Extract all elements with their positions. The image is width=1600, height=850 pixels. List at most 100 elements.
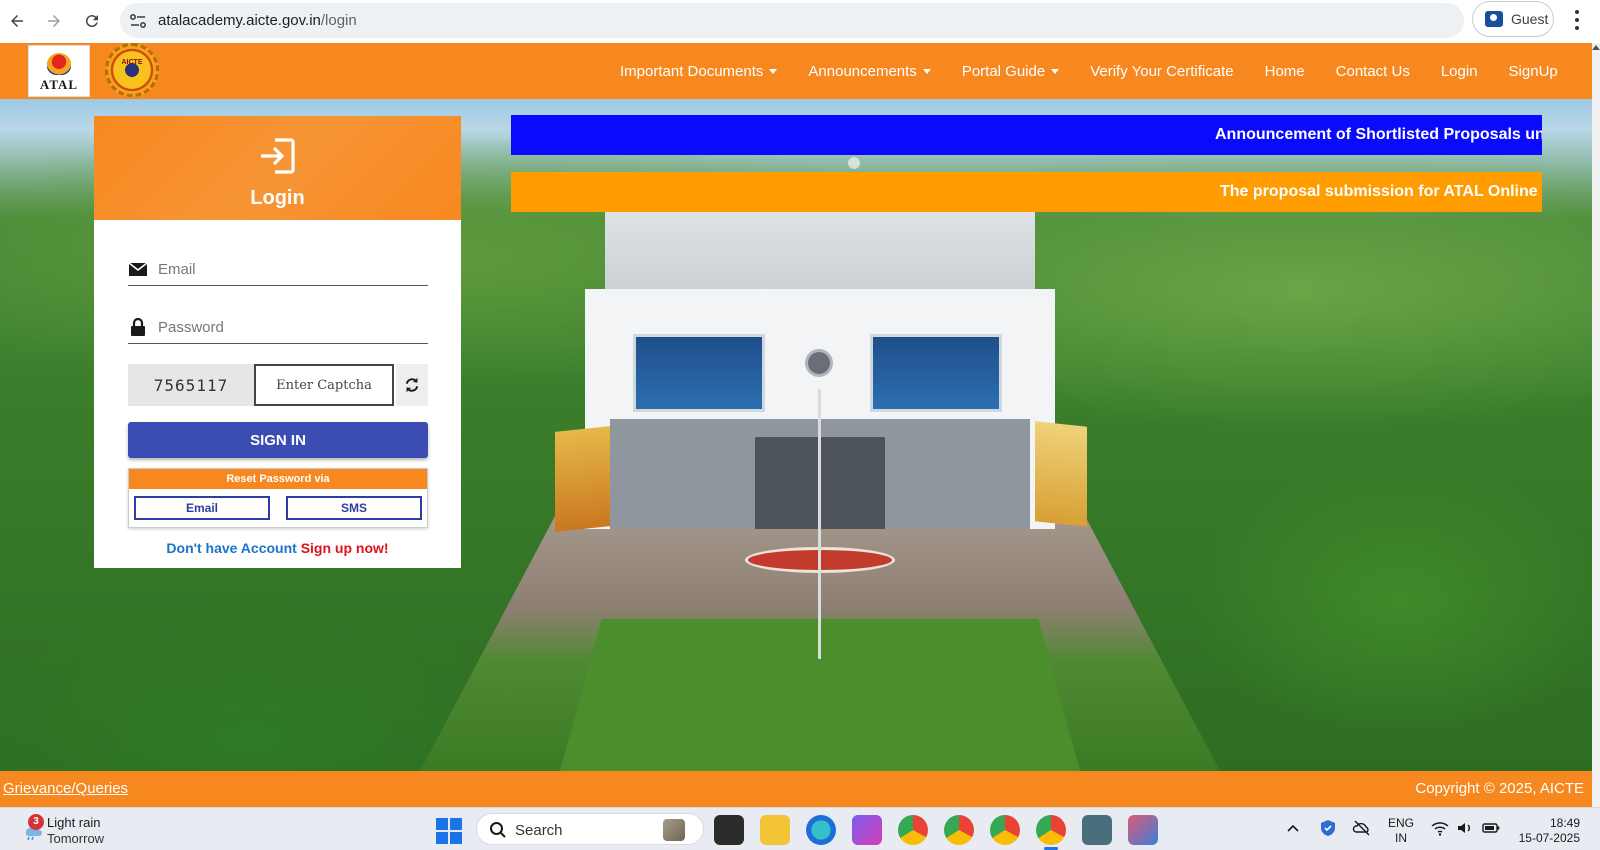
nav-label: Login	[1440, 62, 1478, 80]
system-clock[interactable]: 18:49 15-07-2025	[1512, 816, 1580, 846]
password-field	[128, 312, 428, 344]
login-icon	[257, 136, 297, 176]
nav-home[interactable]: Home	[1265, 63, 1305, 80]
email-field	[128, 254, 428, 286]
language-code: ENG	[1388, 816, 1415, 830]
url-domain: atalacademy.aicte.gov.in	[158, 12, 321, 29]
profile-label: Guest	[1511, 11, 1549, 27]
taskbar-search[interactable]: Search	[476, 813, 704, 845]
clock-time: 18:49	[1549, 816, 1580, 830]
chevron-down-icon	[1051, 68, 1060, 74]
weather-widget[interactable]: 3 Light rain Tomorrow	[18, 814, 128, 846]
reset-password-heading: Reset Password via	[129, 469, 427, 489]
ticker-text: The proposal submission for ATAL Online …	[1220, 183, 1542, 200]
browser-toolbar: atalacademy.aicte.gov.in/login Guest	[0, 0, 1600, 42]
nav-important-documents[interactable]: Important Documents	[620, 63, 778, 80]
atal-flame-icon	[47, 53, 71, 75]
nav-label: Contact Us	[1335, 62, 1410, 80]
back-arrow-icon[interactable]	[5, 9, 29, 33]
signup-question: Don't have Account	[166, 540, 297, 556]
chrome-profile-2-icon[interactable]	[944, 815, 974, 845]
captcha-input[interactable]	[254, 364, 394, 406]
signup-prompt: Don't have Account Sign up now!	[94, 540, 461, 556]
clock-date: 15-07-2025	[1518, 831, 1580, 845]
site-header: ATAL AICTE Important Documents Announcem…	[0, 43, 1592, 99]
copyright-text: Copyright © 2025, AICTE	[1415, 780, 1584, 797]
edge-icon[interactable]	[806, 815, 836, 845]
nav-contact-us[interactable]: Contact Us	[1336, 63, 1410, 80]
nav-login[interactable]: Login	[1441, 63, 1478, 80]
address-bar[interactable]: atalacademy.aicte.gov.in/login	[120, 3, 1464, 38]
cloud-sync-icon[interactable]	[1352, 818, 1372, 838]
app-window-icon[interactable]	[1082, 815, 1112, 845]
sign-in-button[interactable]: SIGN IN	[128, 422, 428, 458]
signup-link[interactable]: Sign up now!	[301, 540, 389, 556]
snipping-tool-icon[interactable]	[1128, 815, 1158, 845]
reset-via-sms-button[interactable]: SMS	[286, 496, 422, 520]
nav-label: Portal Guide	[961, 62, 1046, 80]
announcement-ticker-1[interactable]: Announcement of Shortlisted Proposals un…	[511, 115, 1542, 155]
building-glass-left	[633, 334, 765, 412]
wifi-icon[interactable]	[1430, 818, 1450, 838]
battery-icon[interactable]	[1481, 818, 1501, 838]
security-shield-icon[interactable]	[1318, 818, 1338, 838]
taskbar: 3 Light rain Tomorrow Search ENG IN 18:4…	[0, 807, 1600, 850]
task-view-icon[interactable]	[714, 815, 744, 845]
chevron-down-icon	[769, 68, 778, 74]
grievance-link[interactable]: Grievance/Queries	[3, 780, 128, 797]
page-scrollbar[interactable]	[1592, 43, 1600, 807]
search-label: Search	[515, 822, 563, 839]
region-code: IN	[1395, 831, 1407, 845]
chevron-up-icon[interactable]	[1283, 818, 1303, 838]
ticker-text: Announcement of Shortlisted Proposals un…	[1215, 126, 1542, 143]
captcha-row: 7565117	[128, 364, 428, 406]
flagpole	[818, 389, 821, 659]
weather-condition: Light rain	[47, 815, 101, 830]
building-glass-right	[870, 334, 1002, 412]
scroll-up-icon[interactable]	[1592, 43, 1600, 51]
search-icon	[489, 821, 507, 839]
nav-label: Home	[1264, 62, 1305, 80]
windows-start-icon[interactable]	[436, 818, 462, 844]
chrome-profile-1-icon[interactable]	[898, 815, 928, 845]
login-card: Login 7565117 SIGN IN Reset Password via…	[94, 116, 461, 568]
reload-icon[interactable]	[80, 9, 104, 33]
reset-password-box: Reset Password via Email SMS	[128, 468, 428, 528]
language-indicator[interactable]: ENG IN	[1388, 816, 1414, 846]
nav-announcements[interactable]: Announcements	[808, 62, 931, 80]
lock-icon	[128, 317, 148, 337]
nav-label: SignUp	[1508, 62, 1558, 80]
nav-label: Announcements	[808, 62, 917, 80]
nav-portal-guide[interactable]: Portal Guide	[961, 62, 1060, 80]
site-footer: Grievance/Queries Copyright © 2025, AICT…	[0, 771, 1592, 807]
site-info-icon[interactable]	[128, 11, 148, 31]
login-header: Login	[94, 116, 461, 220]
refresh-icon[interactable]	[396, 364, 428, 406]
search-highlight-image	[663, 819, 685, 841]
nav-verify-certificate[interactable]: Verify Your Certificate	[1090, 63, 1233, 80]
weather-day: Tomorrow	[47, 831, 105, 846]
chrome-profile-3-icon[interactable]	[990, 815, 1020, 845]
chrome-active-icon[interactable]	[1036, 815, 1066, 850]
main-nav: Important Documents Announcements Portal…	[620, 43, 1558, 99]
nav-signup[interactable]: SignUp	[1509, 63, 1558, 80]
announcement-ticker-2[interactable]: The proposal submission for ATAL Online …	[511, 172, 1542, 212]
captcha-image: 7565117	[128, 364, 254, 406]
file-explorer-icon[interactable]	[760, 815, 790, 845]
copilot-icon[interactable]	[852, 815, 882, 845]
url-path: /login	[320, 12, 357, 29]
login-title: Login	[250, 187, 305, 209]
profile-button[interactable]: Guest	[1472, 1, 1554, 37]
more-vert-icon[interactable]	[1572, 8, 1582, 32]
url-text: atalacademy.aicte.gov.in/login	[158, 12, 357, 29]
aicte-logo[interactable]: AICTE	[105, 43, 159, 97]
nav-label: Verify Your Certificate	[1090, 62, 1234, 80]
password-input[interactable]	[158, 314, 418, 340]
volume-icon[interactable]	[1455, 818, 1475, 838]
atal-logo[interactable]: ATAL	[28, 45, 90, 97]
email-input[interactable]	[158, 256, 418, 282]
forward-arrow-icon[interactable]	[42, 9, 66, 33]
mural-right	[1035, 421, 1087, 527]
chevron-down-icon	[922, 68, 931, 74]
reset-via-email-button[interactable]: Email	[134, 496, 270, 520]
